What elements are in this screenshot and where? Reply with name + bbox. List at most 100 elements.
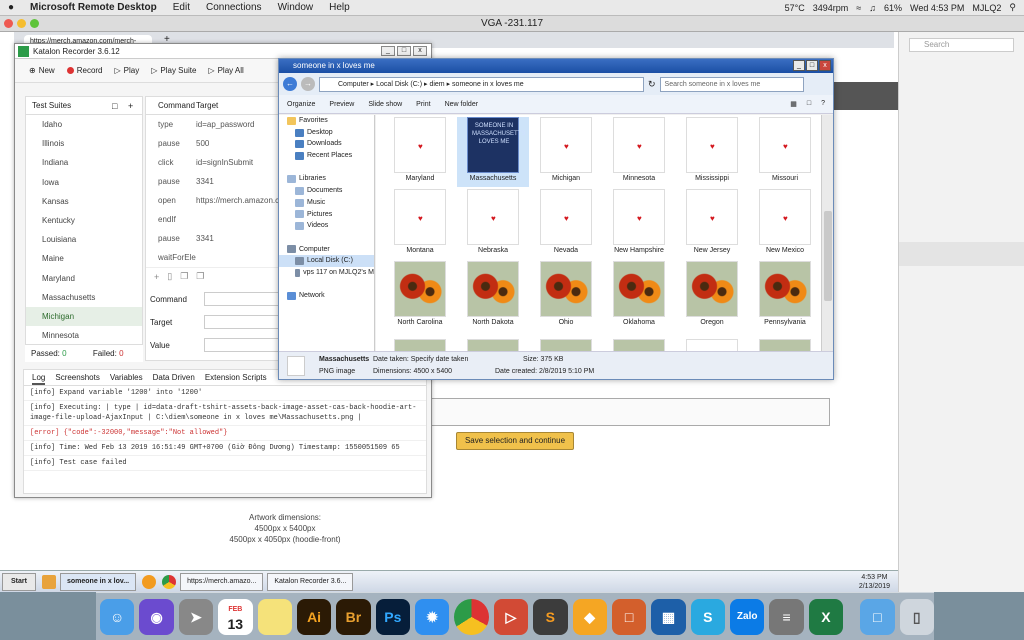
play-all-button[interactable]: ▷ Play All <box>208 66 243 75</box>
crumb-local-disk[interactable]: Local Disk (C:) <box>376 81 422 88</box>
file-item-partial[interactable] <box>676 339 748 351</box>
weather-temp[interactable]: 57°C <box>785 3 805 13</box>
user-name[interactable]: MJLQ2 <box>972 3 1001 13</box>
help-icon[interactable]: ? <box>821 100 825 108</box>
calculator-icon[interactable]: ≡ <box>769 598 804 635</box>
command-row[interactable]: endIf <box>146 210 284 229</box>
command-row[interactable]: type id=ap_password <box>146 115 284 134</box>
suite-item[interactable]: Michigan <box>26 306 142 327</box>
battery-level[interactable]: 61% <box>884 3 902 13</box>
crumb-folder[interactable]: someone in x loves me <box>452 81 524 88</box>
nav-item[interactable]: Music <box>279 197 374 209</box>
close-button[interactable]: x <box>819 60 831 71</box>
taskbar-clock[interactable]: 4:53 PM 2/13/2019 <box>859 573 898 591</box>
menu-window[interactable]: Window <box>270 2 322 13</box>
tab-screenshots[interactable]: Screenshots <box>55 370 99 385</box>
tab-variables[interactable]: Variables <box>110 370 143 385</box>
refresh-icon[interactable]: ↻ <box>648 79 656 90</box>
zoom-icon[interactable] <box>30 19 39 28</box>
play-button[interactable]: ▷ Play <box>115 66 140 75</box>
file-item-partial[interactable] <box>457 339 529 351</box>
slideshow-button[interactable]: Slide show <box>368 101 402 108</box>
file-item[interactable]: ♥ New Mexico <box>749 189 821 259</box>
bridge-icon[interactable]: Br <box>336 598 371 635</box>
search-input[interactable]: Search <box>909 38 1014 52</box>
file-item[interactable]: ♥ Missouri <box>749 117 821 187</box>
back-icon[interactable]: ← <box>283 77 297 91</box>
copy-icon[interactable]: ❐ <box>180 271 188 282</box>
file-item[interactable]: ♥ Maryland <box>384 117 456 187</box>
remote-desktop-icon[interactable]: ▷ <box>493 598 529 635</box>
file-item-partial[interactable] <box>530 339 602 351</box>
crumb-computer[interactable]: Computer <box>338 81 369 88</box>
folder-icon[interactable] <box>42 574 56 589</box>
task-chrome[interactable]: https://merch.amazo... <box>180 572 264 591</box>
remote-app-icon[interactable]: □ <box>611 598 647 635</box>
launchpad-icon[interactable]: ➤ <box>178 598 214 635</box>
nav-item[interactable]: Libraries <box>279 173 374 185</box>
maximize-button[interactable]: □ <box>806 60 818 71</box>
suite-item[interactable]: Massachusetts <box>26 288 142 307</box>
save-selection-button[interactable]: Save selection and continue <box>456 432 574 450</box>
task-katalon[interactable]: Katalon Recorder 3.6... <box>267 572 354 591</box>
forward-icon[interactable]: → <box>301 77 315 91</box>
preview-button[interactable]: Preview <box>329 101 354 108</box>
search-icon[interactable]: ⚲ <box>1009 2 1016 13</box>
command-row[interactable]: pause 500 <box>146 134 284 153</box>
trash-icon[interactable]: ▯ <box>899 598 934 635</box>
target-input[interactable] <box>204 315 284 329</box>
suite-item[interactable]: Iowa <box>26 173 142 192</box>
view-icon[interactable]: ▦ <box>790 100 797 108</box>
vertical-scrollbar[interactable] <box>821 115 833 351</box>
nav-item[interactable]: Recent Places <box>279 150 374 162</box>
file-item[interactable]: Oklahoma <box>603 261 675 331</box>
file-item[interactable]: Oregon <box>676 261 748 331</box>
new-folder-button[interactable]: New folder <box>445 101 478 108</box>
file-item[interactable]: ♥ New Jersey <box>676 189 748 259</box>
suite-item[interactable]: Minnesota <box>26 326 142 345</box>
siri-icon[interactable]: ◉ <box>139 598 174 635</box>
suite-item[interactable]: Louisiana <box>26 230 142 249</box>
nav-item[interactable]: Documents <box>279 185 374 197</box>
task-explorer[interactable]: someone in x lov... <box>60 572 137 591</box>
minimize-button[interactable]: _ <box>793 60 805 71</box>
file-item[interactable]: ♥ Nevada <box>530 189 602 259</box>
play-suite-button[interactable]: ▷ Play Suite <box>151 66 196 75</box>
finder-icon[interactable]: ☺ <box>100 598 135 635</box>
photoshop-icon[interactable]: Ps <box>375 598 410 635</box>
start-button[interactable]: Start <box>2 572 36 591</box>
file-item[interactable]: ♥ Michigan <box>530 117 602 187</box>
calendar-icon[interactable]: FEB 13 <box>218 598 253 635</box>
nav-item[interactable]: vps 117 on MJLQ2's M <box>279 267 374 279</box>
file-item[interactable]: North Carolina <box>384 261 456 331</box>
preview-pane-icon[interactable]: □ <box>807 100 811 108</box>
new-button[interactable]: ⊕ New <box>29 66 55 75</box>
suite-item[interactable]: Illinois <box>26 134 142 153</box>
suite-item[interactable]: Kansas <box>26 192 142 211</box>
clock[interactable]: Wed 4:53 PM <box>910 3 964 13</box>
command-row[interactable]: pause 3341 <box>146 229 284 248</box>
command-row[interactable]: click id=signInSubmit <box>146 153 284 172</box>
file-item-partial[interactable] <box>603 339 675 351</box>
apple-menu-icon[interactable]: ● <box>0 2 22 13</box>
nav-item[interactable]: Videos <box>279 220 374 232</box>
delete-icon[interactable]: ▯ <box>167 271 172 282</box>
menu-connections[interactable]: Connections <box>198 2 270 13</box>
folder-icon[interactable]: □ <box>112 97 117 115</box>
command-row[interactable]: open https://merch.amazon.com/manage/prod… <box>146 191 284 210</box>
virtualbox-icon[interactable]: ▦ <box>651 598 686 635</box>
nav-item[interactable]: Network <box>279 290 374 302</box>
print-button[interactable]: Print <box>416 101 430 108</box>
app-menu[interactable]: Microsoft Remote Desktop <box>22 2 165 13</box>
nav-item[interactable]: Downloads <box>279 138 374 150</box>
suite-item[interactable]: Kentucky <box>26 211 142 230</box>
file-item-partial[interactable] <box>384 339 456 351</box>
close-button[interactable]: x <box>413 46 427 56</box>
minimize-button[interactable]: _ <box>381 46 395 56</box>
file-item[interactable]: North Dakota <box>457 261 529 331</box>
file-item-partial[interactable] <box>749 339 821 351</box>
maximize-button[interactable]: □ <box>397 46 411 56</box>
suite-item[interactable]: Maine <box>26 249 142 268</box>
command-input[interactable] <box>204 292 284 306</box>
safari-icon[interactable]: ✹ <box>415 598 450 635</box>
